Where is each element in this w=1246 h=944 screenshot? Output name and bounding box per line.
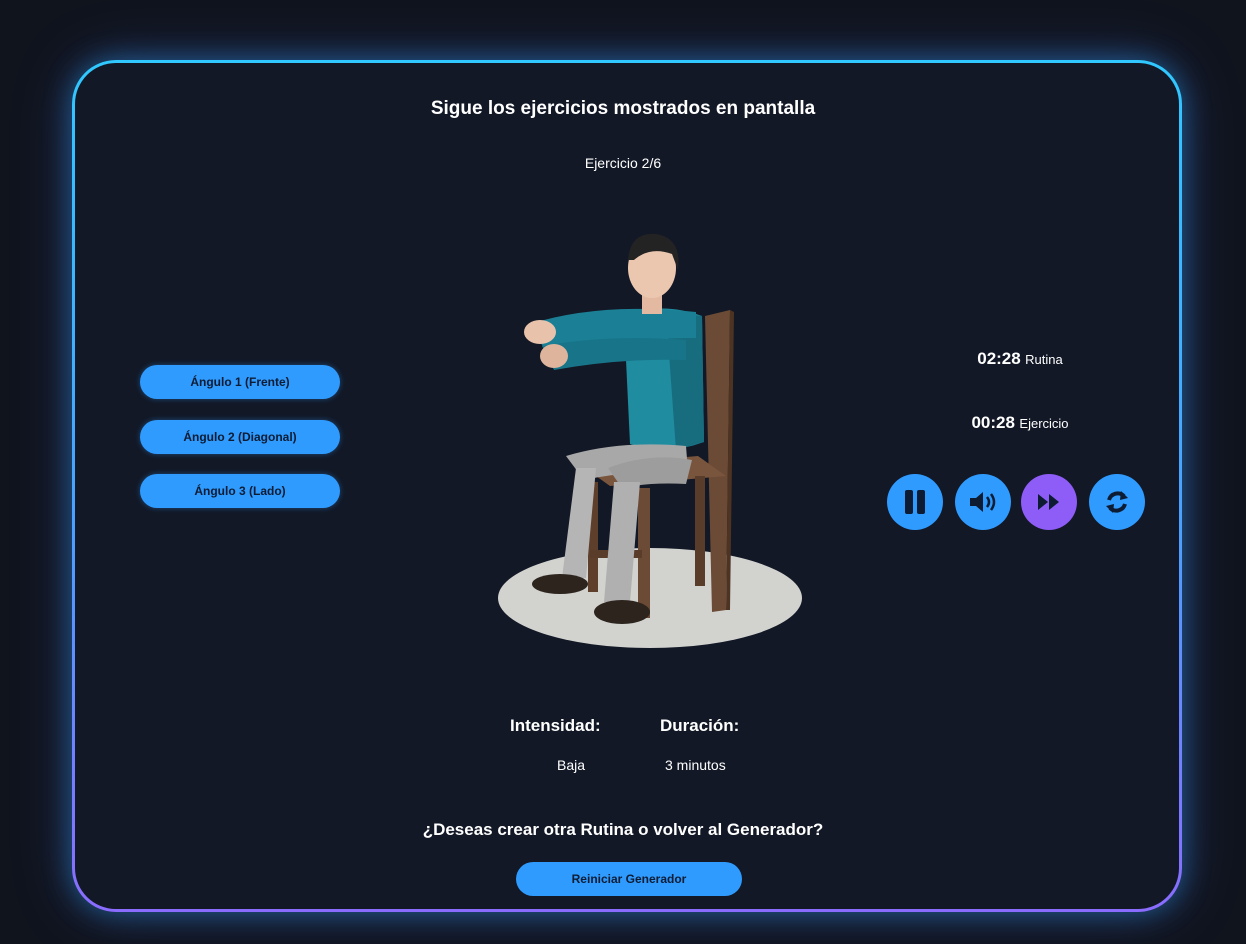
pause-button[interactable] <box>887 474 943 530</box>
restart-exercise-button[interactable] <box>1089 474 1145 530</box>
volume-button[interactable] <box>955 474 1011 530</box>
routine-time: 02:28 <box>977 349 1021 368</box>
angle-front-button[interactable]: Ángulo 1 (Frente) <box>140 365 340 399</box>
intensity-label: Intensidad: <box>510 716 601 735</box>
exercise-counter: Ejercicio 2/6 <box>584 155 662 171</box>
exercise-time: 00:28 <box>971 413 1015 432</box>
page-title: Sigue los ejercicios mostrados en pantal… <box>430 98 816 119</box>
duration-label: Duración: <box>660 716 740 735</box>
routine-timer: 02:28 Rutina <box>900 349 1140 369</box>
angle-diagonal-button[interactable]: Ángulo 2 (Diagonal) <box>140 420 340 454</box>
exercise-timer: 00:28 Ejercicio <box>900 413 1140 433</box>
routine-label: Rutina <box>1025 352 1063 367</box>
exercise-label: Ejercicio <box>1019 416 1069 431</box>
footer-question: ¿Deseas crear otra Rutina o volver al Ge… <box>422 820 824 839</box>
intensity-value: Baja <box>557 757 586 773</box>
duration-value: 3 minutos <box>665 757 726 773</box>
volume-icon <box>970 492 996 512</box>
pause-icon <box>905 490 925 514</box>
restart-icon <box>1106 491 1128 513</box>
angle-side-button[interactable]: Ángulo 3 (Lado) <box>140 474 340 508</box>
skip-button[interactable] <box>1021 474 1077 530</box>
restart-generator-button[interactable]: Reiniciar Generador <box>516 862 742 896</box>
fast-forward-icon <box>1038 494 1059 510</box>
exercise-figure <box>490 220 810 660</box>
